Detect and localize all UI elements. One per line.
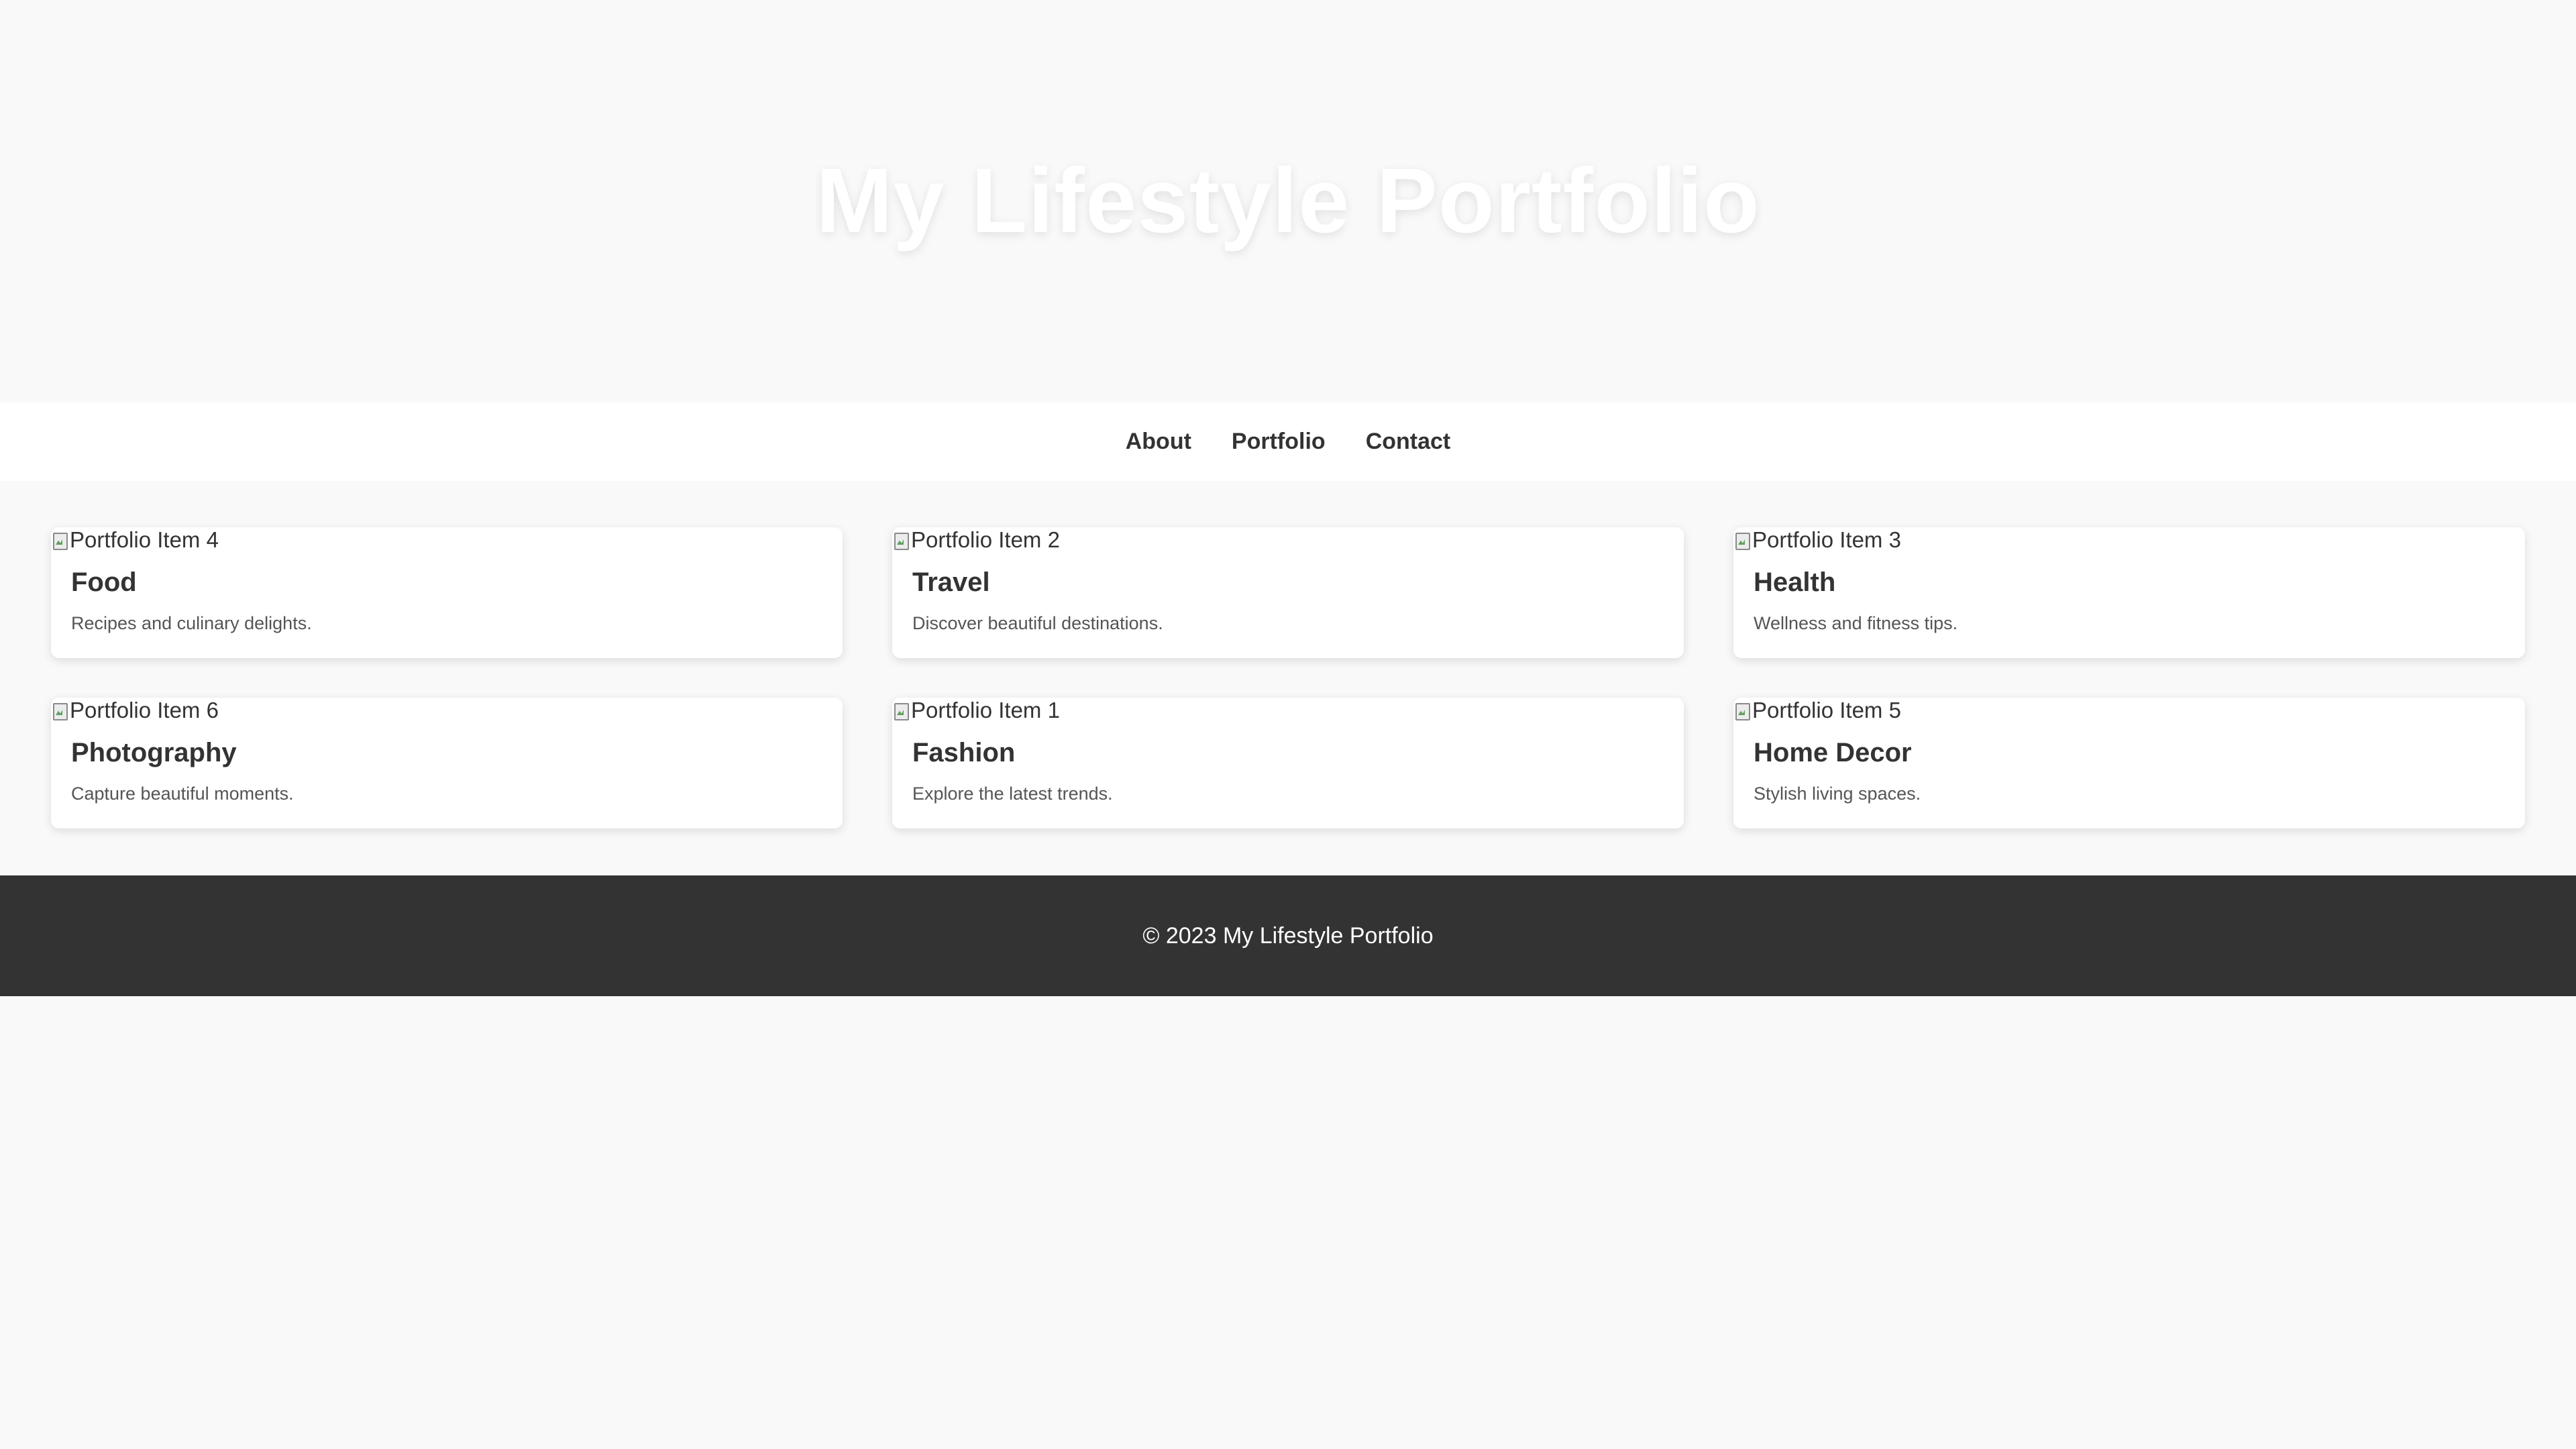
broken-image-icon xyxy=(892,530,910,550)
broken-image-icon xyxy=(1733,700,1751,720)
card-title: Home Decor xyxy=(1754,738,1912,767)
main-nav: About Portfolio Contact xyxy=(0,402,2576,481)
portfolio-card[interactable]: Portfolio Item 6 Photography Capture bea… xyxy=(51,698,843,828)
broken-image-icon xyxy=(51,530,68,550)
card-description: Capture beautiful moments. xyxy=(71,784,294,804)
image-alt-text: Portfolio Item 2 xyxy=(911,527,1060,552)
broken-image-icon xyxy=(1733,530,1751,550)
nav-link-portfolio[interactable]: Portfolio xyxy=(1232,429,1326,455)
card-description: Wellness and fitness tips. xyxy=(1754,613,1958,633)
portfolio-image: Portfolio Item 6 xyxy=(51,698,843,723)
portfolio-image: Portfolio Item 1 xyxy=(892,698,1684,723)
portfolio-image: Portfolio Item 5 xyxy=(1733,698,2525,723)
portfolio-card[interactable]: Portfolio Item 3 Health Wellness and fit… xyxy=(1733,527,2525,658)
portfolio-image: Portfolio Item 4 xyxy=(51,527,843,553)
card-title: Photography xyxy=(71,738,237,767)
image-alt-text: Portfolio Item 5 xyxy=(1752,698,1901,722)
portfolio-card[interactable]: Portfolio Item 1 Fashion Explore the lat… xyxy=(892,698,1684,828)
image-alt-text: Portfolio Item 1 xyxy=(911,698,1060,722)
page-footer: © 2023 My Lifestyle Portfolio xyxy=(0,875,2576,996)
card-description: Explore the latest trends. xyxy=(912,784,1113,804)
portfolio-card[interactable]: Portfolio Item 5 Home Decor Stylish livi… xyxy=(1733,698,2525,828)
card-title: Health xyxy=(1754,568,1836,597)
portfolio-card[interactable]: Portfolio Item 2 Travel Discover beautif… xyxy=(892,527,1684,658)
image-alt-text: Portfolio Item 6 xyxy=(70,698,219,722)
hero-header: My Lifestyle Portfolio xyxy=(0,0,2576,402)
card-description: Discover beautiful destinations. xyxy=(912,613,1163,633)
nav-link-contact[interactable]: Contact xyxy=(1366,429,1451,455)
nav-link-about[interactable]: About xyxy=(1126,429,1191,455)
card-description: Recipes and culinary delights. xyxy=(71,613,312,633)
card-title: Food xyxy=(71,568,137,597)
card-title: Fashion xyxy=(912,738,1016,767)
image-alt-text: Portfolio Item 3 xyxy=(1752,527,1901,552)
broken-image-icon xyxy=(892,700,910,720)
broken-image-icon xyxy=(51,700,68,720)
card-description: Stylish living spaces. xyxy=(1754,784,1921,804)
image-alt-text: Portfolio Item 4 xyxy=(70,527,219,552)
footer-copyright: © 2023 My Lifestyle Portfolio xyxy=(1142,922,1434,949)
portfolio-grid: Portfolio Item 4 Food Recipes and culina… xyxy=(0,481,2576,875)
portfolio-image: Portfolio Item 3 xyxy=(1733,527,2525,553)
page-title: My Lifestyle Portfolio xyxy=(816,149,1760,252)
portfolio-card[interactable]: Portfolio Item 4 Food Recipes and culina… xyxy=(51,527,843,658)
card-title: Travel xyxy=(912,568,990,597)
portfolio-image: Portfolio Item 2 xyxy=(892,527,1684,553)
